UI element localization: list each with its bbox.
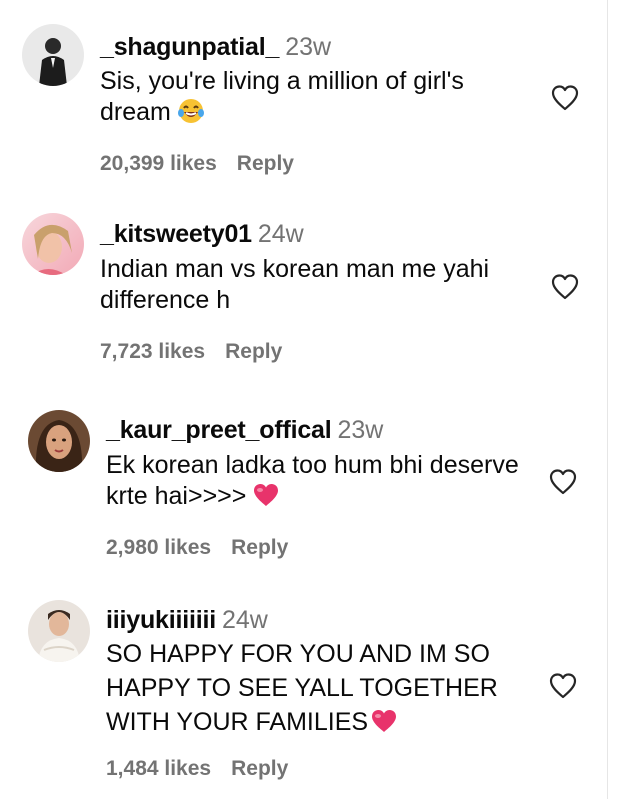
like-heart-icon[interactable] [550, 84, 580, 112]
reply-button[interactable]: Reply [231, 757, 288, 780]
comment-username[interactable]: iiiyukiiiiiii [106, 606, 216, 634]
comment-item: _kitsweety01 24w Indian man vs korean man… [0, 195, 600, 390]
reply-button[interactable]: Reply [225, 340, 282, 363]
heart-emoji-icon [370, 708, 398, 743]
comment-like-count[interactable]: 2,980 likes [106, 536, 211, 559]
avatar[interactable] [22, 213, 84, 275]
comment-username[interactable]: _kitsweety01 [100, 220, 252, 248]
comment-text: Ek korean ladka too hum bhi deserve krte… [106, 451, 519, 510]
comment-text: SO HAPPY FOR YOU AND IM SO HAPPY TO SEE … [106, 640, 498, 736]
laughing-emoji-icon [177, 98, 205, 132]
comment-like-count[interactable]: 7,723 likes [100, 340, 205, 363]
comment-item: _kaur_preet_offical 23w Ek korean ladka t… [0, 390, 600, 590]
comment-username[interactable]: _shagunpatial_ [100, 33, 279, 61]
comment-like-count[interactable]: 20,399 likes [100, 152, 217, 175]
comment-timestamp[interactable]: 23w [337, 416, 383, 444]
reply-button[interactable]: Reply [237, 152, 294, 175]
avatar[interactable] [28, 600, 90, 662]
comment-like-count[interactable]: 1,484 likes [106, 757, 211, 780]
avatar[interactable] [22, 24, 84, 86]
comment-item: iiiyukiiiiiii 24w SO HAPPY FOR YOU AND IM… [0, 590, 600, 799]
comment-text: Sis, you're living a million of girl's d… [100, 67, 464, 126]
like-heart-icon[interactable] [550, 273, 580, 301]
comment-timestamp[interactable]: 24w [222, 606, 268, 634]
comment-timestamp[interactable]: 23w [285, 33, 331, 61]
comment-item: _shagunpatial_ 23w Sis, you're living a m… [0, 0, 600, 195]
like-heart-icon[interactable] [548, 468, 578, 496]
reply-button[interactable]: Reply [231, 536, 288, 559]
comment-username[interactable]: _kaur_preet_offical [106, 416, 332, 444]
comment-timestamp[interactable]: 24w [258, 220, 304, 248]
like-heart-icon[interactable] [548, 672, 578, 700]
heart-emoji-icon [252, 482, 280, 516]
avatar[interactable] [28, 410, 90, 472]
panel-divider [607, 0, 620, 799]
comment-text: Indian man vs korean man me yahi differe… [100, 255, 490, 314]
